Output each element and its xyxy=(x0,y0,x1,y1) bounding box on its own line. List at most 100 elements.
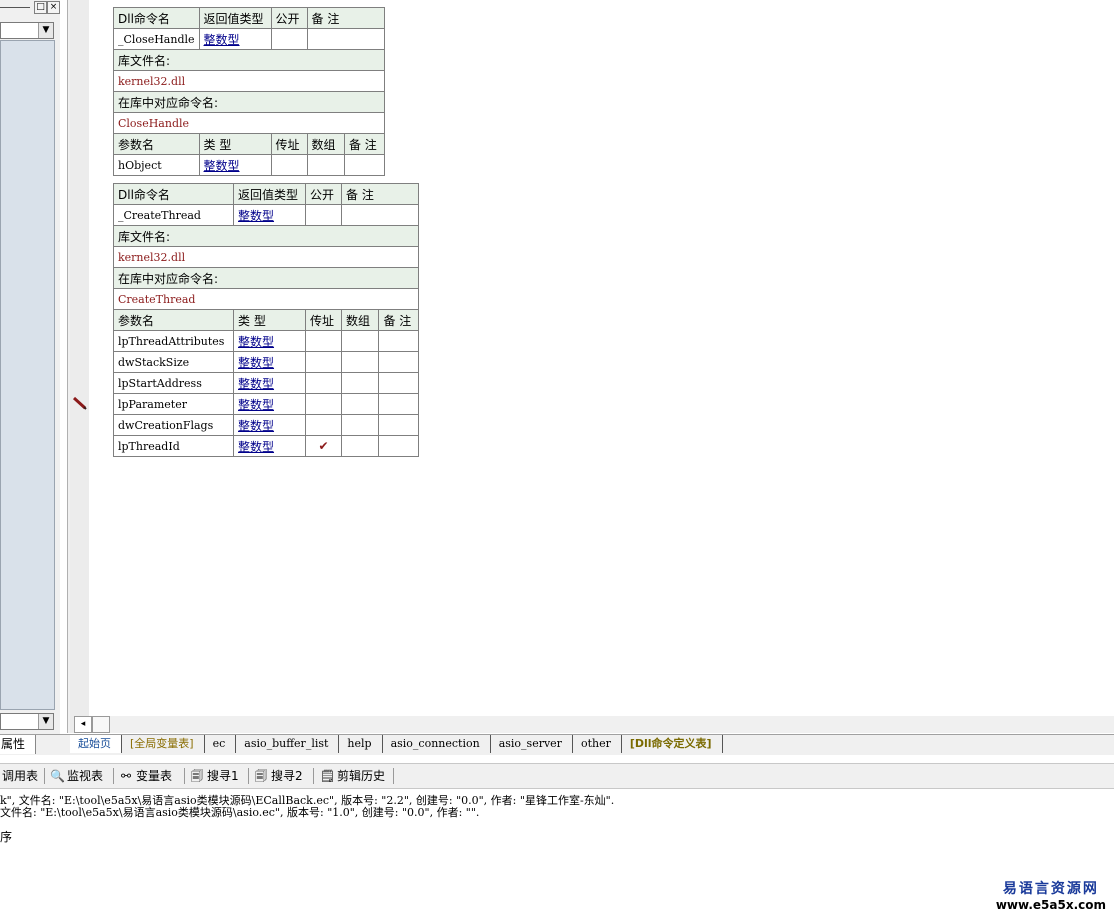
note-cell[interactable] xyxy=(306,28,385,50)
output-panel[interactable]: k", 文件名: "E:\tool\e5a5x\易语言asio类模块源码\ECa… xyxy=(0,790,1114,915)
param-name[interactable]: dwCreationFlags xyxy=(113,414,234,436)
tab-asio-connection[interactable]: asio_connection xyxy=(383,735,491,753)
param-type[interactable]: 整数型 xyxy=(233,372,306,394)
restore-icon[interactable]: □ xyxy=(34,1,47,14)
param-name[interactable]: hObject xyxy=(113,154,200,176)
param-row[interactable]: lpStartAddress 整数型 xyxy=(113,372,419,394)
param-byref-checkmark[interactable]: ✔ xyxy=(305,435,342,457)
param-array[interactable] xyxy=(340,435,380,457)
param-type[interactable]: 整数型 xyxy=(233,393,306,415)
search2-button[interactable]: 🗐 搜寻2 xyxy=(254,767,303,785)
param-row[interactable]: hObject 整数型 xyxy=(113,154,385,176)
lib-file-label: 库文件名: xyxy=(113,225,419,247)
param-name[interactable]: dwStackSize xyxy=(113,351,234,373)
lib-file-value[interactable]: kernel32.dll xyxy=(113,70,385,92)
param-array[interactable] xyxy=(340,414,380,436)
param-byref[interactable] xyxy=(305,330,342,352)
param-header-note: 备 注 xyxy=(343,133,385,155)
tab-ec[interactable]: ec xyxy=(205,735,237,753)
param-type[interactable]: 整数型 xyxy=(198,154,272,176)
param-note[interactable] xyxy=(343,154,385,176)
close-icon[interactable]: × xyxy=(47,1,60,14)
horizontal-scrollbar[interactable]: ◂ xyxy=(74,716,1114,733)
scroll-thumb[interactable] xyxy=(92,716,110,733)
search-doc-icon: 🗐 xyxy=(191,769,203,783)
scroll-left-arrow-icon[interactable]: ◂ xyxy=(74,716,92,733)
param-note[interactable] xyxy=(378,393,419,415)
return-type-value[interactable]: 整数型 xyxy=(198,28,272,50)
clip-history-button[interactable]: 🗒 剪辑历史 xyxy=(320,767,385,785)
document-tabs: 起始页 [全局变量表] ec asio_buffer_list help asi… xyxy=(70,735,723,755)
lib-file-label: 库文件名: xyxy=(113,49,385,71)
dll-command-name[interactable]: _CreateThread xyxy=(113,204,234,226)
watch-table-button[interactable]: 🔍 监视表 xyxy=(50,767,103,785)
tab-global-variables[interactable]: [全局变量表] xyxy=(122,735,205,753)
param-header-array: 数组 xyxy=(306,133,345,155)
param-row[interactable]: dwCreationFlags 整数型 xyxy=(113,414,419,436)
param-note[interactable] xyxy=(378,330,419,352)
left-panel-bottom-selector[interactable]: ▼ xyxy=(0,713,54,730)
left-panel-tree[interactable] xyxy=(0,40,55,710)
chevron-down-icon[interactable]: ▼ xyxy=(38,23,53,38)
param-byref[interactable] xyxy=(305,372,342,394)
tab-dll-definitions[interactable]: [Dll命令定义表] xyxy=(622,735,723,753)
tab-start-page[interactable]: 起始页 xyxy=(70,735,122,753)
left-panel: □ × ▼ ▼ xyxy=(0,0,60,735)
col-header-return-type: 返回值类型 xyxy=(233,183,306,205)
dll-command-name[interactable]: _CloseHandle xyxy=(113,28,200,50)
chevron-down-icon[interactable]: ▼ xyxy=(38,714,53,729)
param-note[interactable] xyxy=(378,372,419,394)
param-note[interactable] xyxy=(378,414,419,436)
param-name[interactable]: lpStartAddress xyxy=(113,372,234,394)
dll-command-table: Dll命令名 返回值类型 公开 备 注 _CreateThread 整数型 库文… xyxy=(113,183,419,457)
return-type-value[interactable]: 整数型 xyxy=(233,204,306,226)
public-cell[interactable] xyxy=(305,204,342,226)
public-cell[interactable] xyxy=(270,28,308,50)
param-name[interactable]: lpThreadAttributes xyxy=(113,330,234,352)
param-row[interactable]: lpThreadId 整数型 ✔ xyxy=(113,435,419,457)
param-type[interactable]: 整数型 xyxy=(233,435,306,457)
left-panel-titlebar: □ × xyxy=(0,0,60,17)
tab-other[interactable]: other xyxy=(573,735,622,753)
param-name[interactable]: lpParameter xyxy=(113,393,234,415)
param-name[interactable]: lpThreadId xyxy=(113,435,234,457)
param-array[interactable] xyxy=(340,330,380,352)
call-table-button[interactable]: 调用表 xyxy=(2,767,38,785)
param-type[interactable]: 整数型 xyxy=(233,330,306,352)
param-array[interactable] xyxy=(340,351,380,373)
param-array[interactable] xyxy=(340,372,380,394)
entry-name-value[interactable]: CreateThread xyxy=(113,288,419,310)
param-array[interactable] xyxy=(306,154,345,176)
watch-table-label: 监视表 xyxy=(67,769,104,783)
param-byref[interactable] xyxy=(305,351,342,373)
param-byref[interactable] xyxy=(305,393,342,415)
param-type[interactable]: 整数型 xyxy=(233,414,306,436)
entry-name-value[interactable]: CloseHandle xyxy=(113,112,385,134)
param-array[interactable] xyxy=(340,393,380,415)
param-row[interactable]: lpThreadAttributes 整数型 xyxy=(113,330,419,352)
param-row[interactable]: dwStackSize 整数型 xyxy=(113,351,419,373)
tab-asio-buffer-list[interactable]: asio_buffer_list xyxy=(236,735,340,753)
tab-help[interactable]: help xyxy=(339,735,383,753)
clip-history-label: 剪辑历史 xyxy=(337,769,386,783)
note-cell[interactable] xyxy=(341,204,419,226)
search1-button[interactable]: 🗐 搜寻1 xyxy=(190,767,239,785)
param-note[interactable] xyxy=(378,351,419,373)
toolbar-divider xyxy=(393,768,394,784)
toolbar-divider xyxy=(313,768,314,784)
watermark-url: www.e5a5x.com xyxy=(995,898,1106,912)
variable-table-button[interactable]: ⚯ 变量表 xyxy=(119,767,172,785)
col-header-dll-name: Dll命令名 xyxy=(113,7,200,29)
tab-asio-server[interactable]: asio_server xyxy=(491,735,573,753)
param-type[interactable]: 整数型 xyxy=(233,351,306,373)
param-byref[interactable] xyxy=(270,154,308,176)
lib-file-value[interactable]: kernel32.dll xyxy=(113,246,419,268)
entry-name-label: 在库中对应命令名: xyxy=(113,91,385,113)
param-row[interactable]: lpParameter 整数型 xyxy=(113,393,419,415)
left-panel-selector[interactable]: ▼ xyxy=(0,22,54,39)
col-header-dll-name: Dll命令名 xyxy=(113,183,234,205)
dll-definition-editor[interactable]: Dll命令名 返回值类型 公开 备 注 _CloseHandle 整数型 库文件… xyxy=(89,0,1114,716)
param-note[interactable] xyxy=(378,435,419,457)
tab-properties[interactable]: 属性 xyxy=(0,735,36,754)
param-byref[interactable] xyxy=(305,414,342,436)
